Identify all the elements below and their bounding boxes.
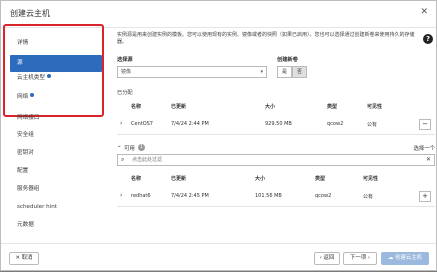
col-visibility: 可见性 bbox=[367, 104, 383, 110]
available-header: ⌄ 可用 1 选择一个 bbox=[117, 142, 435, 152]
image-visibility: 公有 bbox=[363, 194, 374, 200]
nav-item-configuration[interactable]: 配置 bbox=[10, 163, 102, 180]
nav-item-details[interactable]: 详情 bbox=[10, 35, 102, 52]
nav-item-server-groups[interactable]: 服务器组 bbox=[10, 181, 102, 198]
available-label: 可用 bbox=[124, 146, 135, 152]
nav-item-key-pair[interactable]: 密钥对 bbox=[10, 145, 102, 162]
dialog-title: 创建云主机 bbox=[10, 9, 50, 18]
col-updated: 已更新 bbox=[171, 104, 187, 110]
launch-instance-button[interactable]: ☁ 创建云主机 bbox=[381, 252, 429, 265]
image-name: redhat6 bbox=[131, 193, 151, 199]
search-icon: ⌕ bbox=[121, 156, 125, 163]
image-size: 101.56 MB bbox=[255, 193, 282, 199]
deallocate-button[interactable]: − bbox=[419, 119, 431, 130]
image-type: qcow2 bbox=[315, 193, 332, 199]
close-icon[interactable]: ✕ bbox=[420, 7, 428, 17]
allocated-table-header: 名称 已更新 大小 类型 可见性 bbox=[117, 103, 435, 113]
create-volume-no[interactable]: 否 bbox=[292, 66, 307, 78]
chevron-right-icon[interactable]: › bbox=[120, 192, 122, 199]
col-name: 名称 bbox=[131, 176, 142, 182]
required-dot bbox=[30, 93, 35, 97]
nav-item-metadata[interactable]: 元数据 bbox=[10, 217, 102, 234]
chevron-down-icon: ▾ bbox=[260, 69, 263, 75]
back-button[interactable]: ‹ 返回 bbox=[314, 252, 340, 265]
image-size: 929.50 MB bbox=[265, 121, 292, 127]
help-icon[interactable]: ? bbox=[423, 34, 433, 44]
choose-one-label: 选择一个 bbox=[413, 146, 435, 152]
next-button[interactable]: 下一项 › bbox=[343, 252, 377, 265]
select-source-label: 选择源 bbox=[117, 57, 133, 63]
image-updated: 7/4/24 2:44 PM bbox=[171, 121, 209, 127]
available-row: › redhat6 7/4/24 2:45 PM 101.56 MB qcow2… bbox=[117, 187, 435, 207]
col-name: 名称 bbox=[131, 104, 142, 110]
col-type: 类型 bbox=[327, 104, 338, 110]
image-updated: 7/4/24 2:45 PM bbox=[171, 193, 209, 199]
available-count-badge: 1 bbox=[138, 144, 145, 151]
nav-item-security-groups[interactable]: 安全组 bbox=[10, 127, 102, 144]
filter-search-input[interactable]: ⌕ 点击此处过滤 ✕ bbox=[117, 154, 435, 166]
expand-chevron-icon[interactable]: ⌄ bbox=[117, 143, 122, 149]
col-visibility: 可见性 bbox=[363, 176, 379, 182]
nav-item-scheduler-hints[interactable]: scheduler hint bbox=[10, 199, 102, 216]
image-type: qcow2 bbox=[327, 121, 344, 127]
image-visibility: 公有 bbox=[367, 122, 378, 128]
image-name: CentOS7 bbox=[131, 121, 153, 127]
create-instance-dialog: 创建云主机 ✕ 详情 源 云主机类型 网络 网络接口 安全组 密钥对 配置 服务… bbox=[0, 0, 437, 271]
boot-source-select[interactable]: 镜像 ▾ bbox=[117, 66, 267, 78]
allocate-button[interactable]: + bbox=[419, 191, 431, 202]
nav-item-network[interactable]: 网络 bbox=[10, 89, 102, 106]
create-volume-label: 创建新卷 bbox=[277, 57, 298, 63]
allocated-label: 已分配 bbox=[117, 90, 133, 96]
col-type: 类型 bbox=[315, 176, 326, 182]
chevron-right-icon[interactable]: › bbox=[120, 120, 122, 127]
col-size: 大小 bbox=[265, 104, 276, 110]
create-volume-yes[interactable]: 是 bbox=[277, 66, 292, 78]
col-updated: 已更新 bbox=[171, 176, 187, 182]
wizard-nav: 详情 源 云主机类型 网络 网络接口 安全组 密钥对 配置 服务器组 sched… bbox=[3, 30, 104, 265]
col-size: 大小 bbox=[255, 176, 266, 182]
cancel-button[interactable]: ✕ 取消 bbox=[9, 252, 39, 265]
nav-item-flavor[interactable]: 云主机类型 bbox=[10, 70, 102, 87]
source-description: 实例源是用来创建实例的模板。您可以使用现有的实例、镜像或者的快照（如果已启用）。… bbox=[117, 32, 415, 45]
allocated-row: › CentOS7 7/4/24 2:44 PM 929.50 MB qcow2… bbox=[117, 115, 435, 135]
clear-icon[interactable]: ✕ bbox=[426, 155, 431, 165]
dialog-footer: ✕ 取消 ‹ 返回 下一项 › ☁ 创建云主机 bbox=[1, 243, 436, 272]
available-table-header: 名称 已更新 大小 类型 可见性 bbox=[117, 175, 435, 185]
nav-item-network-ports[interactable]: 网络接口 bbox=[10, 110, 102, 127]
required-dot bbox=[46, 74, 51, 78]
